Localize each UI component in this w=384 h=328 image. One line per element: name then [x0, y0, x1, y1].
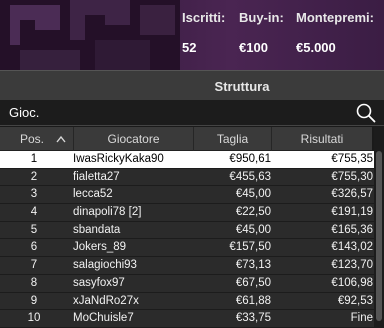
row-risultati: €92,53 — [337, 294, 373, 307]
table-row[interactable]: 9 xJaNdRo27x €61,88 €92,53 — [0, 292, 374, 311]
row-player: Jokers_89 — [73, 241, 127, 254]
row-taglia: €61,88 — [235, 294, 271, 307]
tournament-banner: Iscritti: 52 Buy-in: €100 Montepremi: €5… — [0, 0, 384, 70]
struttura-section-bar[interactable]: Struttura — [0, 70, 384, 100]
montepremi-value: €5.000 — [296, 40, 336, 55]
scrollbar-thumb[interactable] — [376, 151, 382, 321]
row-player: sbandata — [73, 223, 121, 236]
row-player: dinapoli78 [2] — [73, 206, 142, 219]
search-icon[interactable] — [356, 103, 376, 123]
row-risultati: €123,70 — [331, 259, 373, 272]
header-player[interactable]: Giocatore — [74, 127, 194, 151]
row-pos: 3 — [30, 188, 38, 201]
row-player: MoChuisle7 — [73, 312, 134, 325]
row-taglia: €33,75 — [235, 312, 271, 325]
table-header: Pos. Giocatore Taglia Risultati — [0, 127, 372, 151]
table-row[interactable]: 10 MoChuisle7 €33,75 Fine — [0, 310, 374, 328]
table-row[interactable]: 4 dinapoli78 [2] €22,50 €191,19 — [0, 204, 374, 222]
iscritti-value: 52 — [182, 40, 197, 55]
player-search-row[interactable]: Gioc. — [0, 100, 384, 126]
vertical-scrollbar[interactable] — [374, 127, 384, 328]
table-row[interactable]: 6 Jokers_89 €157,50 €143,02 — [0, 239, 374, 258]
row-taglia: €73,13 — [235, 259, 271, 272]
row-taglia: €45,00 — [235, 223, 271, 236]
header-risultati[interactable]: Risultati — [272, 127, 372, 151]
row-player: fialetta27 — [73, 170, 120, 183]
row-risultati: €755,35 — [331, 153, 373, 165]
header-taglia-label: Taglia — [216, 132, 249, 146]
row-player: IwasRickyKaka90 — [73, 153, 164, 165]
table-row[interactable]: 8 sasyfox97 €67,50 €106,98 — [0, 274, 374, 293]
header-risultati-label: Risultati — [300, 132, 344, 146]
row-taglia: €67,50 — [235, 276, 271, 289]
section-title: Struttura — [214, 79, 270, 94]
header-taglia[interactable]: Taglia — [194, 127, 272, 151]
row-taglia: €22,50 — [235, 206, 271, 219]
table-row[interactable]: 5 sbandata €45,00 €165,36 — [0, 221, 374, 240]
table-row[interactable]: 3 lecca52 €45,00 €326,57 — [0, 186, 374, 205]
row-risultati: €191,19 — [331, 206, 373, 219]
row-risultati: €143,02 — [331, 241, 373, 254]
row-pos: 6 — [30, 241, 38, 254]
header-pos[interactable]: Pos. — [0, 127, 74, 151]
row-player: salagiochi93 — [73, 259, 137, 272]
row-taglia: €950,61 — [229, 153, 271, 165]
row-player: lecca52 — [73, 188, 113, 201]
row-pos: 8 — [30, 276, 38, 289]
montepremi-label: Montepremi: — [296, 10, 374, 25]
row-taglia: €455,63 — [229, 170, 271, 183]
table-row[interactable]: 1 IwasRickyKaka90 €950,61 €755,35 — [0, 151, 374, 169]
row-pos: 2 — [30, 170, 38, 183]
row-pos: 10 — [27, 312, 41, 325]
buyin-value: €100 — [239, 40, 268, 55]
row-risultati: €326,57 — [331, 188, 373, 201]
banner-logo-art — [0, 0, 180, 70]
row-pos: 1 — [30, 153, 38, 165]
row-risultati: Fine — [350, 312, 373, 325]
search-label: Gioc. — [9, 105, 40, 120]
row-pos: 7 — [30, 259, 38, 272]
row-pos: 4 — [30, 206, 38, 219]
row-taglia: €45,00 — [235, 188, 271, 201]
row-risultati: €755,30 — [331, 170, 373, 183]
row-player: xJaNdRo27x — [73, 294, 139, 307]
row-risultati: €165,36 — [331, 223, 373, 236]
row-risultati: €106,98 — [331, 276, 373, 289]
row-pos: 5 — [30, 223, 38, 236]
iscritti-label: Iscritti: — [182, 10, 226, 25]
header-player-label: Giocatore — [107, 132, 160, 146]
header-pos-label: Pos. — [20, 132, 45, 146]
row-taglia: €157,50 — [229, 241, 271, 254]
chevron-up-icon[interactable] — [56, 135, 66, 143]
table-row[interactable]: 2 fialetta27 €455,63 €755,30 — [0, 168, 374, 187]
player-list: 1 IwasRickyKaka90 €950,61 €755,35 2 fial… — [0, 151, 374, 328]
buyin-label: Buy-in: — [239, 10, 284, 25]
row-pos: 9 — [30, 294, 38, 307]
row-player: sasyfox97 — [73, 276, 125, 289]
table-row[interactable]: 7 salagiochi93 €73,13 €123,70 — [0, 257, 374, 275]
